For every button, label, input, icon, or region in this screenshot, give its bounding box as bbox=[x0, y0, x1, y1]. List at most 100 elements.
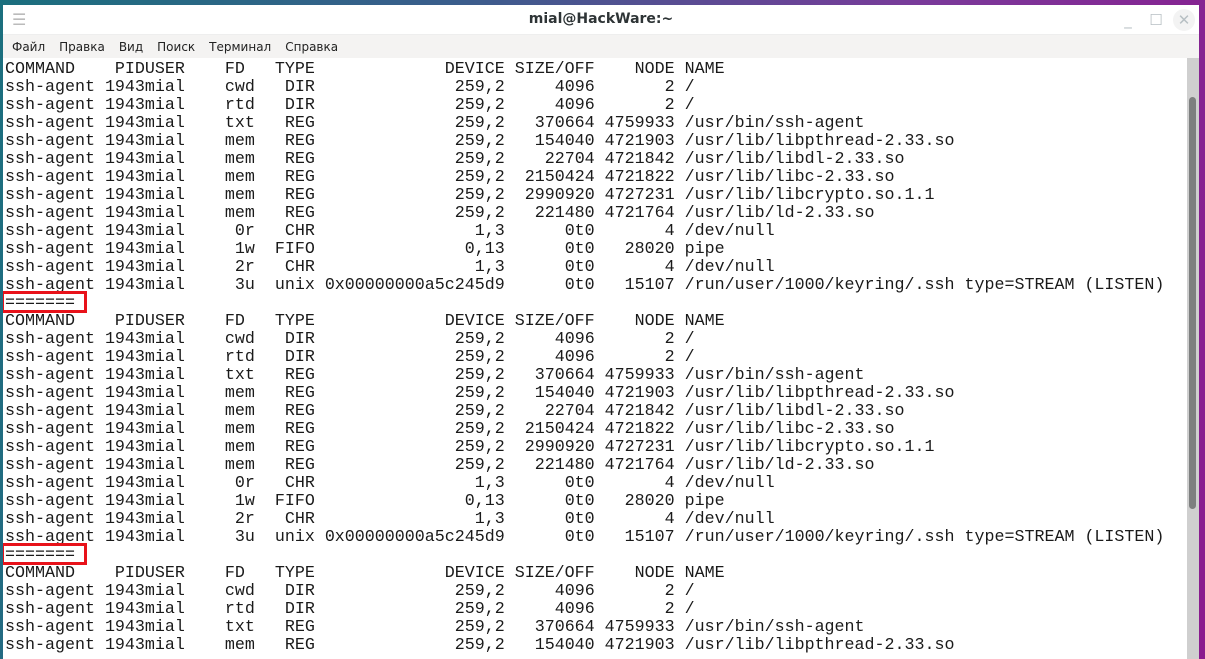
cell-command: COMMAND bbox=[5, 564, 75, 583]
cell-user: mial bbox=[144, 420, 185, 439]
cell-name: /usr/lib/libcrypto.so.1.1 bbox=[684, 438, 935, 457]
cell-size: 154040 bbox=[534, 132, 595, 151]
title-bar: ☰ mial@HackWare:~ _ ☐ ✕ bbox=[3, 5, 1199, 35]
table-row: ssh-agent 1943mial rtd DIR 259,2 4096 2 / bbox=[3, 97, 1187, 115]
cell-command: ssh-agent bbox=[5, 636, 95, 655]
cell-name: NAME bbox=[684, 312, 725, 331]
cell-user: mial bbox=[144, 330, 185, 349]
cell-pid: 1943 bbox=[104, 348, 145, 367]
table-row: ssh-agent 1943mial cwd DIR 259,2 4096 2 / bbox=[3, 331, 1187, 349]
menu-help[interactable]: Справка bbox=[285, 40, 338, 54]
cell-pid: 1943 bbox=[104, 456, 145, 475]
cell-user: mial bbox=[144, 348, 185, 367]
cell-node: 4759933 bbox=[604, 114, 675, 133]
cell-pid: PID bbox=[114, 564, 145, 583]
menu-terminal[interactable]: Терминал bbox=[209, 40, 271, 54]
cell-size: 154040 bbox=[534, 636, 595, 655]
cell-node: 4721822 bbox=[604, 420, 675, 439]
cell-fd: FD bbox=[224, 312, 245, 331]
menu-view[interactable]: Вид bbox=[119, 40, 143, 54]
cell-fd: 0r bbox=[234, 474, 255, 493]
cell-fd: cwd bbox=[224, 330, 255, 349]
cell-pid: 1943 bbox=[104, 618, 145, 637]
maximize-icon[interactable]: ☐ bbox=[1145, 9, 1167, 31]
cell-fd: rtd bbox=[224, 348, 255, 367]
cell-fd: cwd bbox=[224, 582, 255, 601]
cell-node: 4721842 bbox=[604, 150, 675, 169]
cell-fd: 1w bbox=[234, 240, 255, 259]
cell-user: mial bbox=[144, 438, 185, 457]
cell-fd: cwd bbox=[224, 78, 255, 97]
cell-name: / bbox=[684, 348, 695, 367]
table-row: ssh-agent 1943mial mem REG 259,2 154040 472190… bbox=[3, 637, 1187, 655]
cell-device: 1,3 bbox=[474, 222, 505, 241]
cell-type: CHR bbox=[284, 222, 315, 241]
cell-size: 370664 bbox=[534, 618, 595, 637]
cell-type: DIR bbox=[284, 330, 315, 349]
cell-type: REG bbox=[284, 132, 315, 151]
menu-edit[interactable]: Правка bbox=[59, 40, 105, 54]
menu-file[interactable]: Файл bbox=[12, 40, 45, 54]
cell-node: 2 bbox=[664, 582, 675, 601]
table-row: ssh-agent 1943mial mem REG 259,2 22704 4721842… bbox=[3, 403, 1187, 421]
cell-device: 0x00000000a5c245d9 bbox=[324, 528, 505, 547]
cell-device: 259,2 bbox=[454, 204, 505, 223]
cell-device: 259,2 bbox=[454, 114, 505, 133]
cell-node: 4 bbox=[664, 474, 675, 493]
cell-device: 259,2 bbox=[454, 582, 505, 601]
cell-pid: 1943 bbox=[104, 600, 145, 619]
menu-search[interactable]: Поиск bbox=[157, 40, 195, 54]
cell-pid: 1943 bbox=[104, 258, 145, 277]
cell-fd: mem bbox=[224, 438, 255, 457]
scrollbar-thumb[interactable] bbox=[1189, 97, 1196, 509]
minimize-icon[interactable]: _ bbox=[1117, 9, 1139, 31]
cell-user: mial bbox=[144, 150, 185, 169]
cell-fd: mem bbox=[224, 186, 255, 205]
cell-node: 4721903 bbox=[604, 384, 675, 403]
cell-command: ssh-agent bbox=[5, 150, 95, 169]
table-row: ssh-agent 1943mial txt REG 259,2 370664 475993… bbox=[3, 619, 1187, 637]
cell-fd: rtd bbox=[224, 96, 255, 115]
cell-command: ssh-agent bbox=[5, 438, 95, 457]
cell-device: 259,2 bbox=[454, 132, 505, 151]
cell-name: /dev/null bbox=[684, 222, 775, 241]
cell-type: DIR bbox=[284, 582, 315, 601]
cell-pid: 1943 bbox=[104, 186, 145, 205]
cell-node: 4759933 bbox=[604, 618, 675, 637]
cell-size: SIZE/OFF bbox=[514, 564, 595, 583]
cell-name: / bbox=[684, 96, 695, 115]
terminal-output[interactable]: COMMAND PIDUSER FD TYPE DEVICE SIZE/OFF NODE NA… bbox=[3, 58, 1187, 659]
cell-command: ssh-agent bbox=[5, 420, 95, 439]
cell-node: 4721764 bbox=[604, 456, 675, 475]
close-icon[interactable]: ✕ bbox=[1173, 9, 1195, 31]
cell-type: DIR bbox=[284, 348, 315, 367]
cell-pid: 1943 bbox=[104, 420, 145, 439]
cell-pid: 1943 bbox=[104, 330, 145, 349]
cell-name: / bbox=[684, 330, 695, 349]
cell-device: 259,2 bbox=[454, 456, 505, 475]
scrollbar[interactable] bbox=[1187, 58, 1199, 659]
cell-size: 370664 bbox=[534, 366, 595, 385]
table-row: ssh-agent 1943mial mem REG 259,2 154040 472190… bbox=[3, 133, 1187, 151]
cell-name: / bbox=[684, 582, 695, 601]
table-row: ssh-agent 1943mial mem REG 259,2 221480 472176… bbox=[3, 205, 1187, 223]
cell-pid: 1943 bbox=[104, 276, 145, 295]
separator-line: ======= bbox=[3, 543, 1187, 565]
cell-name: pipe bbox=[684, 492, 725, 511]
cell-pid: 1943 bbox=[104, 240, 145, 259]
cell-device: DEVICE bbox=[444, 312, 505, 331]
cell-node: 4727231 bbox=[604, 438, 675, 457]
cell-size: 154040 bbox=[534, 384, 595, 403]
cell-user: mial bbox=[144, 78, 185, 97]
cell-size: 0t0 bbox=[564, 258, 595, 277]
table-row: ssh-agent 1943mial txt REG 259,2 370664 475993… bbox=[3, 115, 1187, 133]
cell-pid: 1943 bbox=[104, 168, 145, 187]
cell-size: SIZE/OFF bbox=[514, 60, 595, 79]
cell-node: 4721764 bbox=[604, 204, 675, 223]
cell-name: /run/user/1000/keyring/.ssh type=STREAM … bbox=[684, 276, 1165, 295]
table-row: ssh-agent 1943mial 2r CHR 1,3 0t0 4/dev/null bbox=[3, 259, 1187, 277]
cell-pid: 1943 bbox=[104, 492, 145, 511]
cell-fd: mem bbox=[224, 636, 255, 655]
cell-user: mial bbox=[144, 582, 185, 601]
cell-command: ssh-agent bbox=[5, 222, 95, 241]
